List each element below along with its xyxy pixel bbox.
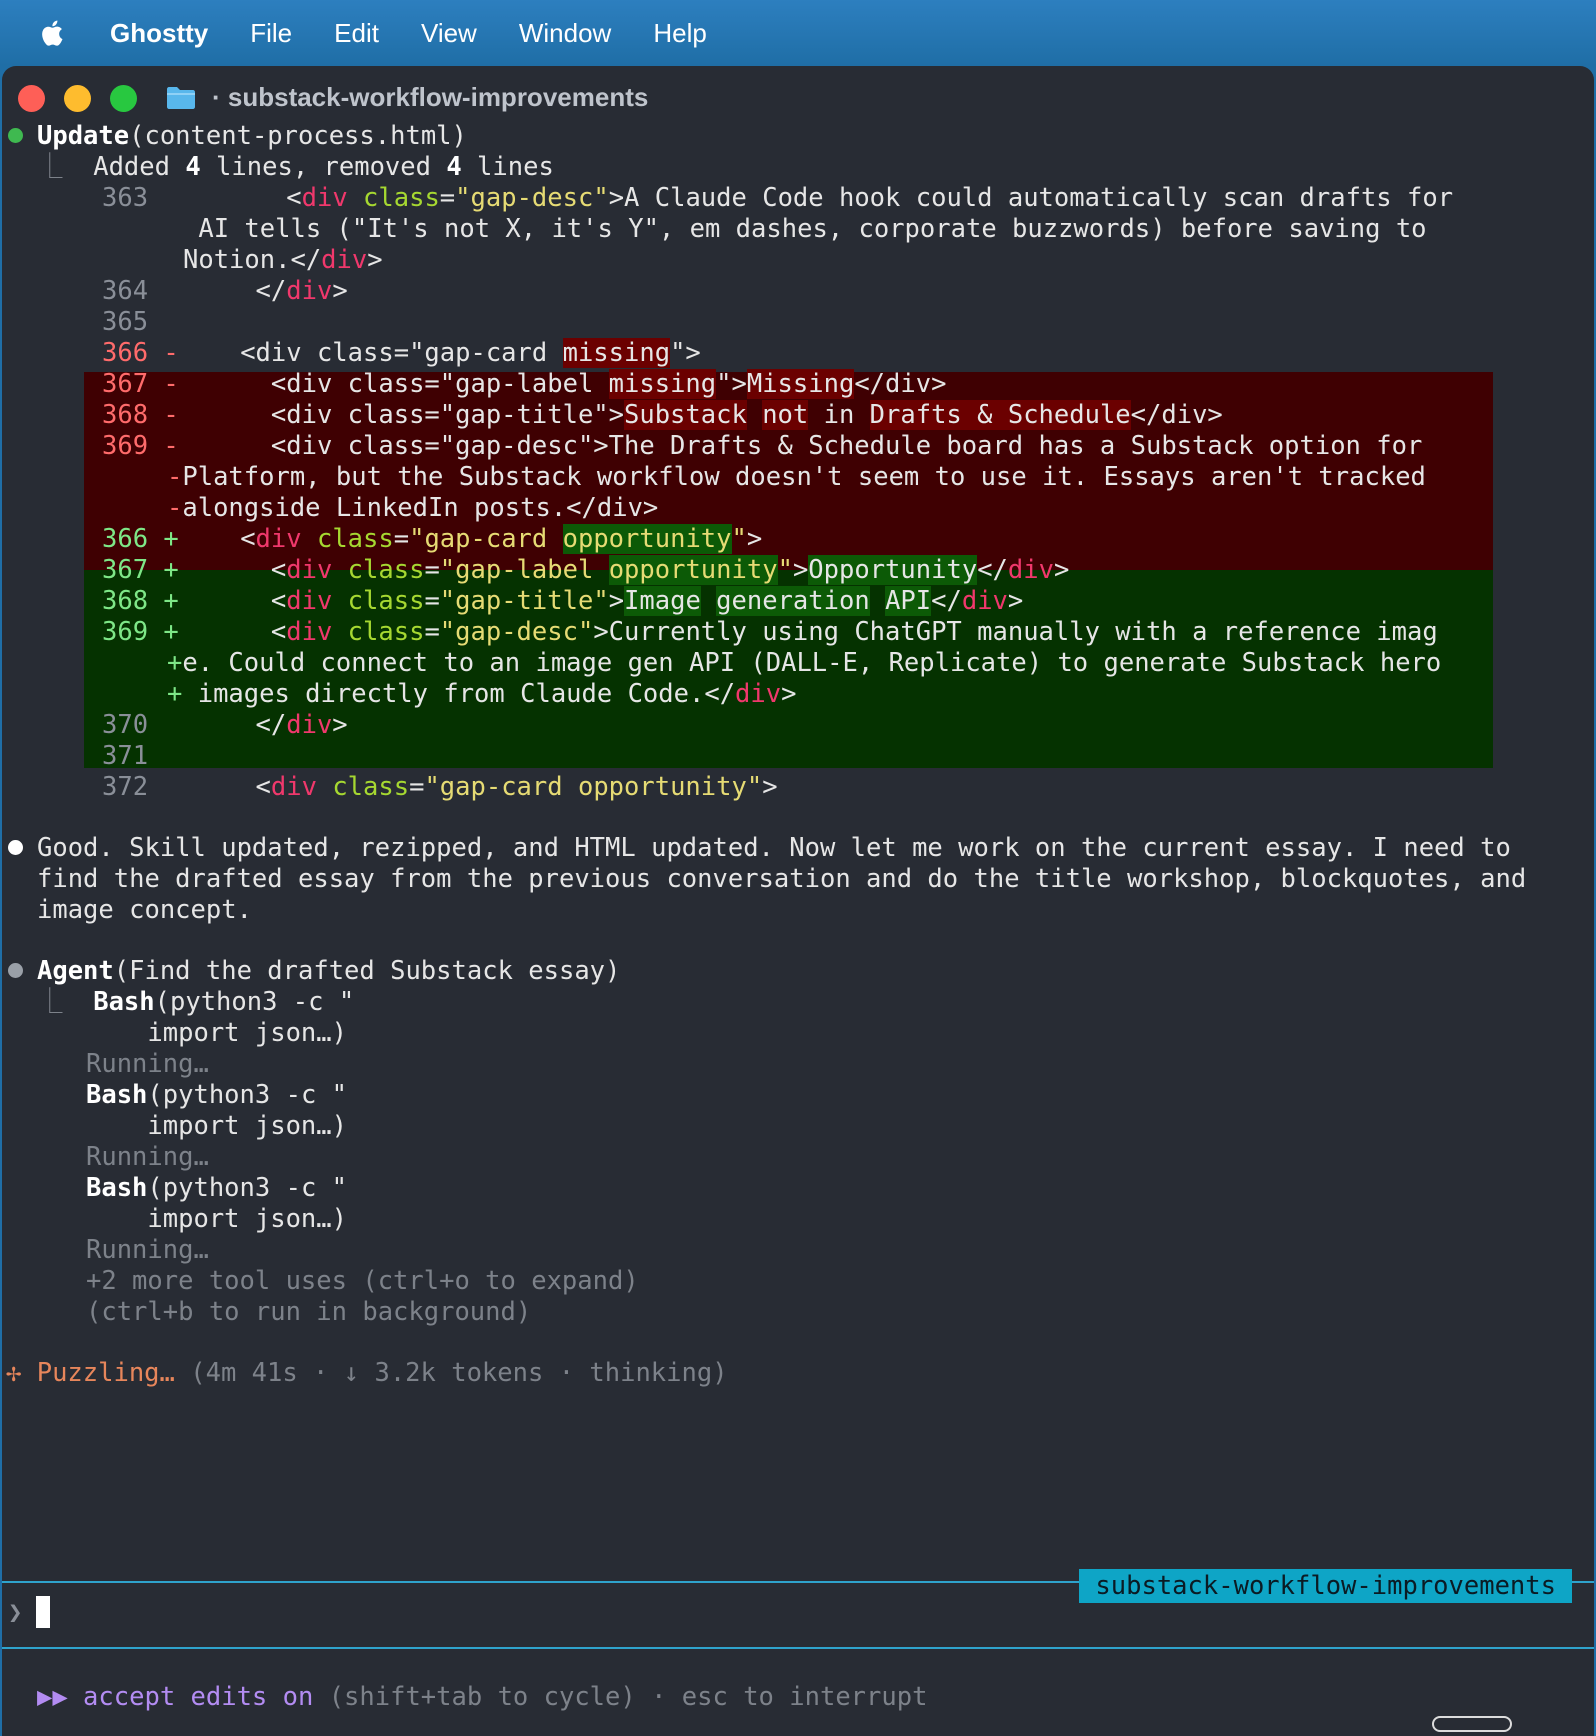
- bash-call-2-cont: import json…): [86, 1111, 347, 1141]
- bash-call-2: Bash(python3 -c ": [86, 1080, 348, 1110]
- update-tool-arg: (content-process.html): [129, 121, 467, 151]
- diff-line-363-wrap-1: AI tells ("It's not X, it's Y", em dashe…: [183, 214, 1427, 244]
- diff-added-369-wrap-2: + images directly from Claude Code.</div…: [167, 679, 797, 709]
- message-dot-icon: [8, 840, 23, 855]
- agent-status-dot-icon: [8, 963, 23, 978]
- agent-tool-line: Agent(Find the drafted Substack essay): [37, 956, 621, 986]
- diff-line-364: 364 </div>: [102, 276, 348, 306]
- assistant-message-line-2: find the drafted essay from the previous…: [37, 864, 1527, 894]
- bash-call-2-status: Running…: [86, 1142, 209, 1172]
- scrollbar-thumb[interactable]: [1432, 1716, 1512, 1732]
- success-dot-icon: [8, 128, 23, 143]
- diff-line-363-wrap-2: Notion.</div>: [183, 245, 383, 275]
- branch-badge: substack-workflow-improvements: [1079, 1569, 1572, 1603]
- diff-line-372: 372 <div class="gap-card opportunity">: [102, 772, 778, 802]
- menu-view[interactable]: View: [421, 18, 477, 49]
- diff-deleted-369-wrap-2: -alongside LinkedIn posts.</div>: [167, 493, 659, 523]
- menu-help[interactable]: Help: [653, 18, 706, 49]
- terminal-window: · substack-workflow-improvements Update(…: [2, 66, 1594, 1736]
- menu-edit[interactable]: Edit: [334, 18, 379, 49]
- background-hint: (ctrl+b to run in background): [86, 1297, 532, 1327]
- update-summary: ⎿ Added 4 lines, removed 4 lines: [37, 152, 554, 182]
- tree-branch-icon: ⎿: [37, 152, 78, 182]
- footer-hint: ▶▶ accept edits on (shift+tab to cycle) …: [37, 1682, 928, 1712]
- bash-call-1-status: Running…: [86, 1049, 209, 1079]
- diff-line-363: 363 <div class="gap-desc">A Claude Code …: [102, 183, 1454, 213]
- diff-line-365: 365: [102, 307, 149, 337]
- tree-branch-icon: ⎿: [37, 987, 78, 1017]
- accept-edits-mode[interactable]: ▶▶ accept edits on: [37, 1682, 313, 1712]
- update-tool-name: Update: [37, 121, 130, 151]
- diff-deleted-367: 367 - <div class="gap-label missing">Mis…: [102, 369, 947, 399]
- update-tool-line: Update(content-process.html): [37, 119, 467, 153]
- bash-call-1-cont: import json…): [86, 1018, 347, 1048]
- assistant-message-line-1: Good. Skill updated, rezipped, and HTML …: [37, 833, 1511, 863]
- bash-call-1: ⎿ Bash(python3 -c ": [37, 987, 355, 1017]
- menu-window[interactable]: Window: [519, 18, 611, 49]
- bash-call-3: Bash(python3 -c ": [86, 1173, 348, 1203]
- diff-added-366: 366 + <div class="gap-card opportunity">: [102, 524, 763, 554]
- diff-deleted-368: 368 - <div class="gap-title">Substack no…: [102, 400, 1223, 430]
- diff-line-370: 370 </div>: [102, 710, 348, 740]
- menu-app-name[interactable]: Ghostty: [110, 18, 208, 49]
- diff-added-368: 368 + <div class="gap-title">Image gener…: [102, 586, 1024, 616]
- diff-deleted-369: 369 - <div class="gap-desc">The Drafts &…: [102, 431, 1423, 461]
- diff-added-369: 369 + <div class="gap-desc">Currently us…: [102, 617, 1438, 647]
- diff-added-367: 367 + <div class="gap-label opportunity"…: [102, 555, 1070, 585]
- spinner-icon: ✢: [6, 1358, 22, 1388]
- diff-deleted-366: 366 - <div class="gap-card missing">: [102, 338, 701, 368]
- terminal-content[interactable]: Update(content-process.html) ⎿ Added 4 l…: [2, 66, 1594, 1736]
- diff-line-371: 371: [102, 741, 149, 771]
- text-cursor[interactable]: [36, 1596, 50, 1628]
- menu-file[interactable]: File: [250, 18, 292, 49]
- assistant-message-line-3: image concept.: [37, 895, 252, 925]
- bash-call-3-cont: import json…): [86, 1204, 347, 1234]
- menu-bar: Ghostty File Edit View Window Help: [0, 0, 1596, 66]
- prompt-chevron-icon: ❯: [8, 1598, 23, 1626]
- diff-deleted-369-wrap-1: -Platform, but the Substack workflow doe…: [167, 462, 1426, 492]
- input-bottom-border: [2, 1647, 1594, 1649]
- thinking-status: ✢ Puzzling… (4m 41s · ↓ 3.2k tokens · th…: [6, 1358, 728, 1388]
- diff-added-369-wrap-1: +e. Could connect to an image gen API (D…: [167, 648, 1442, 678]
- apple-icon[interactable]: [40, 18, 68, 48]
- bash-call-3-status: Running…: [86, 1235, 209, 1265]
- more-tool-uses: +2 more tool uses (ctrl+o to expand): [86, 1266, 639, 1296]
